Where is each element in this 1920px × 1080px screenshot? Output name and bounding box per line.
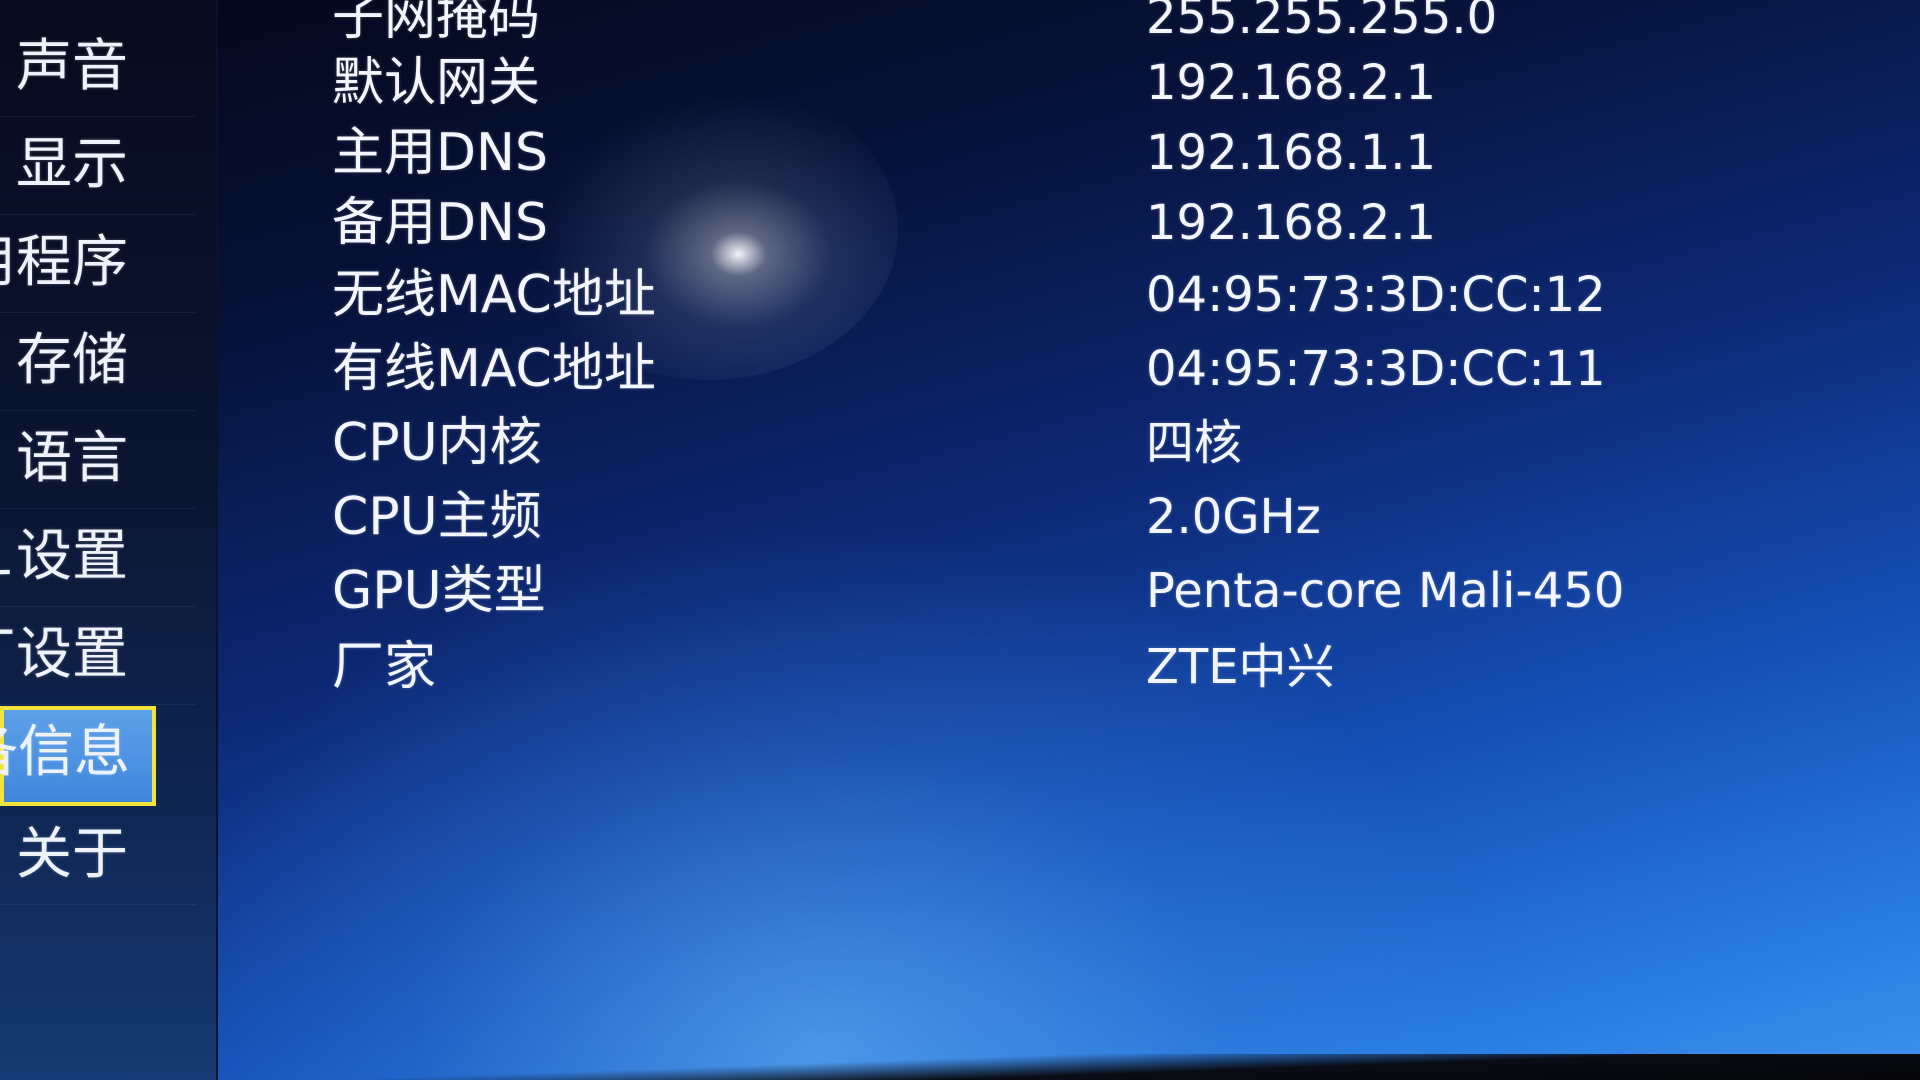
sidebar-item-label: 显示 — [16, 132, 128, 197]
info-row-wireless-mac: 无线MAC地址 04:95:73:3D:CC:12 — [218, 260, 1818, 330]
info-row-default-gateway: 默认网关 192.168.2.1 — [218, 48, 1818, 118]
sidebar-item-device-info[interactable]: 备信息 — [0, 706, 156, 806]
info-value: 04:95:73:3D:CC:11 — [1146, 341, 1606, 397]
sidebar-item-sound[interactable]: 声音 — [0, 20, 196, 117]
info-value: 255.255.255.0 — [1146, 0, 1498, 45]
device-info-panel: 子网掩码 255.255.255.0 默认网关 192.168.2.1 主用DN… — [218, 0, 1920, 1080]
sidebar-item-label: 厂设置 — [0, 622, 128, 687]
info-label: 厂家 — [332, 637, 437, 697]
sidebar-item-settings[interactable]: ㄥ设置 — [0, 510, 196, 607]
info-row-manufacturer: 厂家 ZTE中兴 — [218, 632, 1818, 702]
info-row-cpu-cores: CPU内核 四核 — [218, 408, 1818, 478]
sidebar-item-storage[interactable]: 存储 — [0, 314, 196, 411]
info-label: 主用DNS — [332, 123, 548, 183]
sidebar-item-label: 关于 — [16, 822, 128, 887]
info-value: 192.168.2.1 — [1146, 55, 1437, 111]
info-value: 192.168.2.1 — [1146, 195, 1437, 251]
info-row-primary-dns: 主用DNS 192.168.1.1 — [218, 118, 1818, 188]
settings-screen: 声音 显示 用程序 存储 语言 ㄥ设置 厂设置 备信息 关于 子网掩码 2 — [0, 0, 1920, 1080]
sidebar-item-display[interactable]: 显示 — [0, 118, 196, 215]
info-label: CPU内核 — [332, 413, 542, 473]
info-label: 子网掩码 — [332, 0, 541, 47]
settings-sidebar: 声音 显示 用程序 存储 语言 ㄥ设置 厂设置 备信息 关于 — [0, 0, 218, 1080]
sidebar-item-label: 存储 — [16, 328, 128, 393]
info-label: CPU主频 — [332, 487, 542, 547]
sidebar-item-label: 声音 — [16, 34, 128, 99]
info-row-secondary-dns: 备用DNS 192.168.2.1 — [218, 188, 1818, 258]
sidebar-item-apps[interactable]: 用程序 — [0, 216, 196, 313]
sidebar-item-label: ㄥ设置 — [0, 524, 128, 589]
sidebar-item-about[interactable]: 关于 — [0, 808, 196, 905]
info-row-subnet-mask: 子网掩码 255.255.255.0 — [218, 0, 1818, 52]
info-label: 有线MAC地址 — [332, 339, 656, 399]
info-value: 2.0GHz — [1146, 489, 1321, 545]
info-label: 备用DNS — [332, 193, 548, 253]
info-row-gpu-type: GPU类型 Penta-core Mali-450 — [218, 556, 1818, 626]
sidebar-item-factory-settings[interactable]: 厂设置 — [0, 608, 196, 705]
sidebar-item-label: 语言 — [16, 426, 128, 491]
info-value: 四核 — [1146, 415, 1243, 471]
info-label: GPU类型 — [332, 561, 546, 621]
info-row-cpu-frequency: CPU主频 2.0GHz — [218, 482, 1818, 552]
info-value: 192.168.1.1 — [1146, 125, 1437, 181]
info-value: ZTE中兴 — [1146, 639, 1335, 695]
info-value: Penta-core Mali-450 — [1146, 563, 1625, 619]
info-row-wired-mac: 有线MAC地址 04:95:73:3D:CC:11 — [218, 334, 1818, 404]
info-label: 默认网关 — [332, 53, 541, 113]
info-label: 无线MAC地址 — [332, 265, 656, 325]
sidebar-item-language[interactable]: 语言 — [0, 412, 196, 509]
sidebar-item-label: 用程序 — [0, 230, 128, 295]
sidebar-item-label: 备信息 — [0, 720, 130, 785]
info-value: 04:95:73:3D:CC:12 — [1146, 267, 1606, 323]
